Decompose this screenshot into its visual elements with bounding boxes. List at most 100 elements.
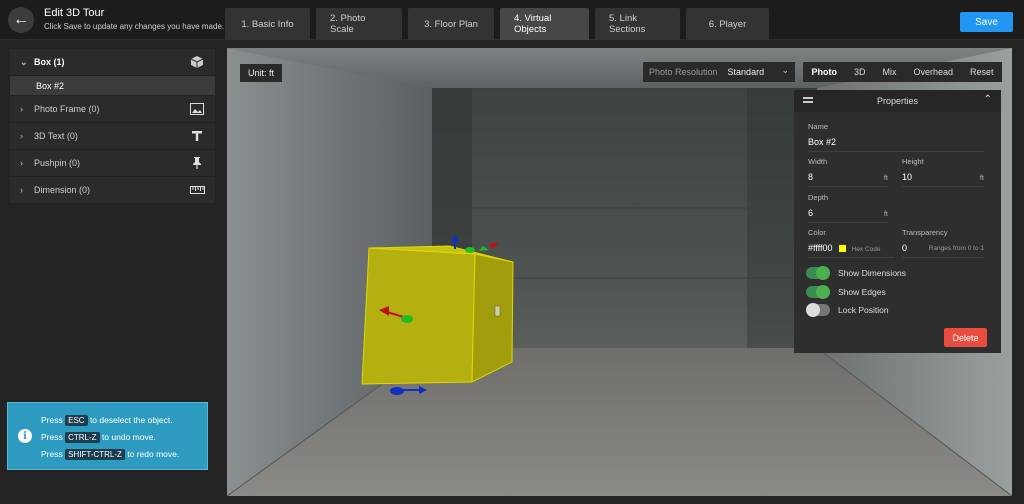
info-icon: i [18, 429, 32, 443]
height-unit: ft [979, 173, 984, 182]
key-shift-ctrl-z: SHIFT-CTRL-Z [65, 449, 125, 460]
properties-panel: Properties ⌃ Name Box #2 Width 8 ft Heig… [794, 90, 1001, 353]
toggle-label: Lock Position [838, 305, 889, 315]
height-label: Height [902, 157, 924, 166]
group-label: 3D Text (0) [34, 131, 78, 141]
toggle-label: Show Edges [838, 287, 886, 297]
group-pushpin[interactable]: › Pushpin (0) [10, 150, 215, 177]
transparency-value: 0 [902, 243, 908, 253]
mode-reset[interactable]: Reset [970, 67, 994, 77]
tab-photo-scale[interactable]: 2. Photo Scale [316, 8, 402, 40]
mode-photo[interactable]: Photo [811, 67, 837, 77]
tab-virtual-objects[interactable]: 4. Virtual Objects [500, 8, 589, 40]
transparency-input[interactable]: 0 Ranges from 0 to 1 [902, 243, 984, 258]
mode-mix[interactable]: Mix [882, 67, 896, 77]
name-field: Name Box #2 [808, 122, 984, 152]
pushpin-icon [189, 156, 205, 170]
ruler-icon [189, 183, 205, 197]
group-dimension[interactable]: › Dimension (0) [10, 177, 215, 204]
box-object[interactable] [361, 245, 514, 385]
width-label: Width [808, 157, 828, 166]
group-label: Box (1) [34, 57, 65, 67]
page-title: Edit 3D Tour [44, 7, 105, 19]
save-button[interactable]: Save [960, 12, 1013, 32]
tip-line-redo: Press SHIFT-CTRL-Z to redo move. [41, 449, 180, 460]
chevron-right-icon: › [20, 158, 23, 168]
toggle-lock-position[interactable]: Lock Position [806, 303, 889, 317]
color-input[interactable]: #ffff00 Hex Code [808, 243, 894, 258]
toggle-switch[interactable] [806, 303, 830, 317]
hex-code-hint: Hex Code [851, 246, 881, 253]
chevron-up-icon[interactable]: ⌃ [984, 94, 992, 105]
transparency-field: Transparency 0 Ranges from 0 to 1 [902, 228, 984, 258]
depth-unit: ft [883, 209, 888, 218]
text-icon [189, 129, 205, 143]
tab-floor-plan[interactable]: 3. Floor Plan [408, 8, 494, 40]
depth-label: Depth [808, 193, 829, 202]
photo-resolution-label: Photo Resolution [649, 67, 718, 77]
drag-handle-icon[interactable] [803, 97, 813, 103]
tab-player[interactable]: 6. Player [686, 8, 769, 40]
title-block: Edit 3D Tour Click Save to update any ch… [44, 7, 224, 31]
color-field: Color #ffff00 Hex Code [808, 228, 894, 258]
color-swatch[interactable] [838, 245, 846, 253]
tab-link-sections[interactable]: 5. Link Sections [595, 8, 680, 40]
width-unit: ft [883, 173, 888, 182]
top-bar: ← Edit 3D Tour Click Save to update any … [0, 0, 1024, 40]
page-subtitle: Click Save to update any changes you hav… [44, 22, 225, 31]
delete-button[interactable]: Delete [944, 328, 987, 347]
width-input[interactable]: 8 ft [808, 172, 888, 187]
group-label: Dimension (0) [34, 185, 91, 195]
list-item-box-2[interactable]: Box #2 [10, 76, 215, 96]
properties-title: Properties [876, 96, 919, 106]
toggle-switch[interactable] [806, 266, 830, 280]
depth-value: 6 [808, 208, 814, 218]
color-label: Color [808, 228, 826, 237]
group-photo-frame[interactable]: › Photo Frame (0) [10, 96, 215, 123]
group-label: Pushpin (0) [34, 158, 81, 168]
group-3d-text[interactable]: › 3D Text (0) [10, 123, 215, 150]
key-esc: ESC [65, 415, 88, 426]
chevron-right-icon: › [20, 104, 23, 114]
chevron-right-icon: › [20, 131, 23, 141]
chevron-down-icon: ⌄ [20, 56, 28, 67]
transparency-label: Transparency [902, 228, 948, 237]
group-box[interactable]: ⌄ Box (1) [10, 49, 215, 76]
object-list: ⌄ Box (1) Box #2 › Photo Frame (0) › 3D … [10, 49, 215, 204]
tip-line-esc: Press ESC to deselect the object. [41, 415, 173, 426]
width-value: 8 [808, 172, 814, 182]
height-field: Height 10 ft [902, 157, 984, 187]
height-input[interactable]: 10 ft [902, 172, 984, 187]
cube-icon [189, 55, 205, 69]
back-button[interactable]: ← [8, 7, 34, 33]
properties-header: Properties ⌃ [794, 90, 1001, 112]
toggle-label: Show Dimensions [838, 268, 907, 278]
mode-overhead[interactable]: Overhead [913, 67, 953, 77]
toggle-switch[interactable] [806, 285, 830, 299]
view-mode-bar: Photo 3D Mix Overhead Reset [803, 62, 1002, 82]
group-label: Photo Frame (0) [34, 104, 100, 114]
chevron-right-icon: › [20, 185, 23, 195]
depth-input[interactable]: 6 ft [808, 208, 888, 223]
photo-resolution-value[interactable]: Standard [728, 67, 765, 77]
3d-viewport[interactable]: Unit: ft Photo Resolution Standard ⌄ Pho… [227, 48, 1012, 496]
name-input[interactable]: Box #2 [808, 137, 984, 152]
toggle-show-edges[interactable]: Show Edges [806, 285, 886, 299]
arrow-left-icon: ← [13, 11, 29, 28]
tip-line-undo: Press CTRL-Z to undo move. [41, 432, 156, 443]
toggle-show-dimensions[interactable]: Show Dimensions [806, 266, 907, 280]
width-field: Width 8 ft [808, 157, 888, 187]
unit-selector[interactable]: Unit: ft [240, 64, 283, 82]
image-icon [189, 102, 205, 116]
tab-basic-info[interactable]: 1. Basic Info [225, 8, 310, 40]
mode-3d[interactable]: 3D [854, 67, 866, 77]
name-label: Name [808, 122, 829, 131]
chevron-down-icon: ⌄ [781, 65, 789, 75]
height-value: 10 [902, 172, 913, 182]
photo-resolution-select[interactable]: Photo Resolution Standard ⌄ [643, 62, 795, 82]
transparency-hint: Ranges from 0 to 1 [928, 245, 984, 252]
depth-field: Depth 6 ft [808, 193, 888, 223]
keyboard-tip: i Press ESC to deselect the object. Pres… [7, 402, 208, 470]
tab-bar: 1. Basic Info 2. Photo Scale 3. Floor Pl… [225, 8, 769, 40]
key-ctrl-z: CTRL-Z [65, 432, 100, 443]
